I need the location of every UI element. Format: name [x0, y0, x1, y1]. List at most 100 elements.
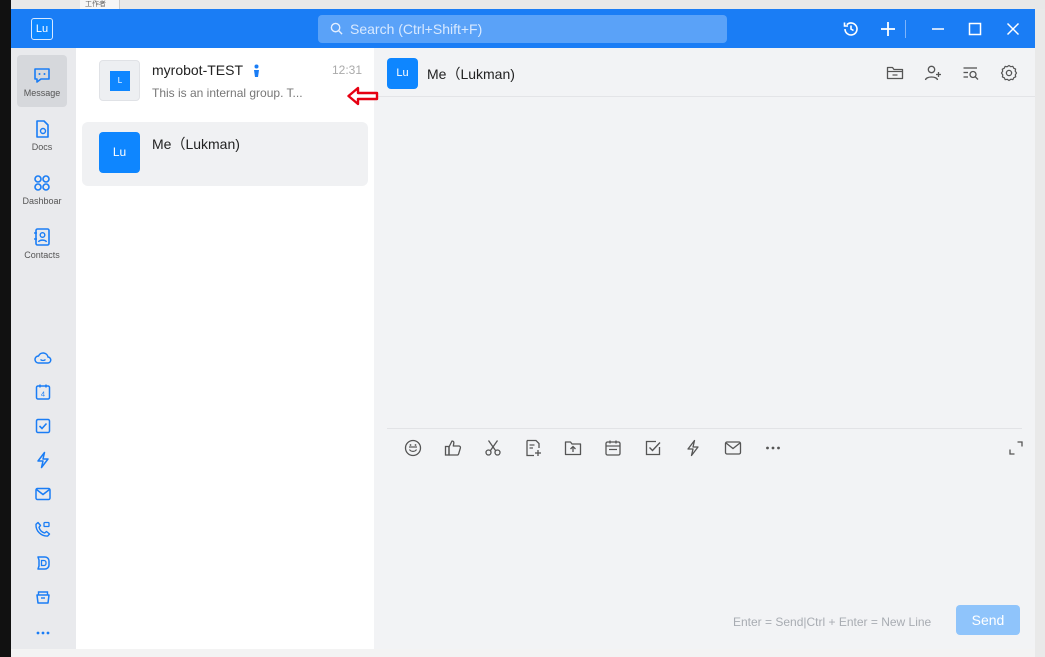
screenshot-button[interactable]: [482, 437, 504, 459]
send-button[interactable]: Send: [956, 605, 1020, 635]
folder-icon: [886, 66, 904, 80]
document-d-icon: [37, 556, 50, 570]
search-input[interactable]: Search (Ctrl+Shift+F): [318, 15, 727, 43]
nav-item-docs[interactable]: Docs: [17, 109, 67, 161]
minimize-icon: [932, 28, 944, 30]
conversation-time: 12:31: [331, 63, 362, 77]
maximize-icon: [968, 22, 982, 36]
conversation-name-text: myrobot-TEST: [152, 62, 243, 78]
message-icon: [34, 67, 50, 83]
conversation-list: L myrobot-TEST 12:31 This is an internal…: [76, 48, 374, 649]
history-icon: [843, 22, 858, 36]
nav-mail-button[interactable]: [31, 482, 55, 506]
nav-call-button[interactable]: [31, 517, 55, 541]
background-tab: 工作者: [80, 0, 120, 9]
close-button[interactable]: [1001, 17, 1025, 41]
minimize-button[interactable]: [926, 17, 950, 41]
add-user-icon: [924, 65, 941, 81]
expand-composer-button[interactable]: [1005, 437, 1027, 459]
calendar-icon: [605, 440, 621, 456]
calendar-icon: 4: [35, 384, 51, 400]
add-member-button[interactable]: [922, 62, 944, 84]
plus-icon: [881, 22, 895, 36]
title-bar: Lu Search (Ctrl+Shift+F): [11, 9, 1035, 48]
desktop-edge-right: [1035, 9, 1045, 657]
send-hint: Enter = Send|Ctrl + Enter = New Line: [733, 615, 932, 629]
conversation-name: Me（Lukman): [152, 136, 240, 152]
task-check-icon: [35, 418, 51, 434]
chat-header: Lu Me（Lukman): [374, 48, 1035, 97]
nav-item-dashboard[interactable]: Dashboar: [17, 163, 67, 215]
more-dots-icon: [36, 631, 50, 635]
chat-settings-button[interactable]: [998, 62, 1020, 84]
nav-quick-button[interactable]: [31, 448, 55, 472]
dashboard-icon: [34, 174, 50, 191]
chat-avatar[interactable]: Lu: [387, 58, 418, 89]
docs-icon: [36, 119, 49, 138]
titlebar-divider: [905, 20, 906, 38]
app-window: Lu Search (Ctrl+Shift+F) Message Docs Da…: [11, 9, 1035, 649]
search-placeholder: Search (Ctrl+Shift+F): [350, 21, 483, 37]
gear-icon: [1000, 64, 1018, 82]
new-button[interactable]: [876, 17, 900, 41]
folder-upload-icon: [564, 441, 582, 456]
conversation-preview: This is an internal group. T...: [152, 86, 303, 100]
nav-cloud-button[interactable]: [31, 346, 55, 370]
more-tools-button[interactable]: [762, 437, 784, 459]
doc-add-icon: [526, 439, 541, 457]
files-button[interactable]: [884, 62, 906, 84]
conversation-item[interactable]: Lu Me（Lukman): [82, 122, 368, 186]
phone-video-icon: [35, 521, 51, 537]
group-avatar: L: [99, 60, 140, 101]
task-button[interactable]: [642, 437, 664, 459]
maximize-button[interactable]: [963, 17, 987, 41]
conversation-item[interactable]: L myrobot-TEST 12:31 This is an internal…: [82, 50, 368, 114]
mail-icon: [35, 487, 51, 501]
nav-item-contacts[interactable]: Contacts: [17, 217, 67, 269]
close-icon: [1006, 22, 1020, 36]
nav-label: Message: [23, 87, 61, 98]
desktop-edge-top: [11, 0, 1045, 9]
mail-icon: [724, 441, 742, 455]
history-button[interactable]: [839, 17, 863, 41]
task-check-icon: [645, 440, 661, 456]
nav-files-button[interactable]: [31, 585, 55, 609]
calendar-day: 4: [41, 390, 45, 399]
nav-more-button[interactable]: [31, 621, 55, 645]
new-doc-button[interactable]: [522, 437, 544, 459]
upload-file-button[interactable]: [562, 437, 584, 459]
composer-divider: [387, 428, 1022, 429]
nav-docs-app-button[interactable]: [31, 551, 55, 575]
more-dots-icon: [766, 446, 780, 450]
search-history-icon: [963, 67, 979, 80]
nav-item-message[interactable]: Message: [17, 55, 67, 107]
contacts-icon: [34, 227, 50, 246]
lightning-icon: [687, 439, 699, 457]
scissors-icon: [485, 440, 501, 456]
mail-button[interactable]: [722, 437, 744, 459]
nav-tasks-button[interactable]: [31, 414, 55, 438]
schedule-button[interactable]: [602, 437, 624, 459]
nav-label: Docs: [31, 141, 53, 152]
group-avatar-text: L: [110, 71, 130, 91]
search-history-button[interactable]: [960, 62, 982, 84]
annotation-arrow-icon: [347, 86, 379, 106]
emoji-icon: [404, 439, 422, 457]
robot-badge-icon: [253, 64, 259, 78]
chat-panel: Lu Me（Lukman) Enter = Send|Ctrl + Enter …: [374, 48, 1035, 649]
quick-action-button[interactable]: [682, 437, 704, 459]
user-avatar[interactable]: Lu: [31, 18, 53, 40]
thumbs-up-icon: [444, 440, 462, 456]
emoji-button[interactable]: [402, 437, 424, 459]
nav-calendar-button[interactable]: 4: [31, 380, 55, 404]
search-icon: [330, 22, 343, 35]
left-nav: Message Docs Dashboar Contacts 4: [11, 48, 76, 649]
user-avatar: Lu: [99, 132, 140, 173]
desktop-edge-left: [0, 0, 11, 657]
nav-label: Contacts: [24, 249, 60, 260]
chat-title: Me（Lukman): [427, 66, 515, 82]
expand-icon: [1009, 441, 1023, 455]
lightning-icon: [37, 451, 49, 469]
like-button[interactable]: [442, 437, 464, 459]
file-box-icon: [36, 591, 50, 604]
